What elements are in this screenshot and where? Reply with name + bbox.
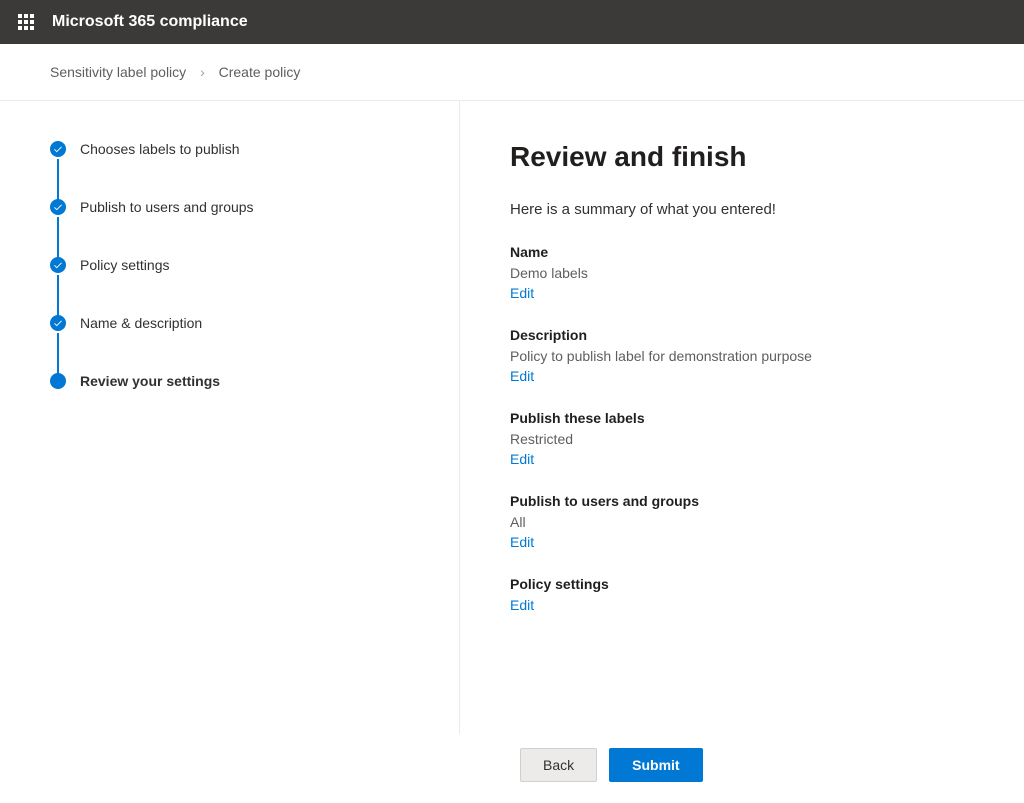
- check-icon: [50, 141, 66, 157]
- chevron-right-icon: ›: [200, 64, 205, 80]
- section-publish-users-groups: Publish to users and groups All Edit: [510, 493, 974, 550]
- topbar: Microsoft 365 compliance: [0, 0, 1024, 44]
- current-step-icon: [50, 373, 66, 389]
- step-name-description[interactable]: Name & description: [50, 315, 419, 373]
- section-label: Publish to users and groups: [510, 493, 974, 509]
- section-label: Policy settings: [510, 576, 974, 592]
- section-description: Description Policy to publish label for …: [510, 327, 974, 384]
- edit-link-policy-settings[interactable]: Edit: [510, 597, 534, 613]
- section-publish-labels: Publish these labels Restricted Edit: [510, 410, 974, 467]
- section-label: Description: [510, 327, 974, 343]
- wizard-steps: Chooses labels to publish Publish to use…: [0, 101, 460, 734]
- step-publish-users-groups[interactable]: Publish to users and groups: [50, 199, 419, 257]
- breadcrumb-current: Create policy: [219, 64, 301, 80]
- section-label: Name: [510, 244, 974, 260]
- section-label: Publish these labels: [510, 410, 974, 426]
- step-label: Publish to users and groups: [80, 199, 254, 215]
- check-icon: [50, 257, 66, 273]
- section-value: All: [510, 514, 974, 530]
- main-content: Review and finish Here is a summary of w…: [460, 101, 1024, 734]
- section-value: Restricted: [510, 431, 974, 447]
- step-chooses-labels[interactable]: Chooses labels to publish: [50, 141, 419, 199]
- check-icon: [50, 199, 66, 215]
- edit-link-description[interactable]: Edit: [510, 368, 534, 384]
- step-policy-settings[interactable]: Policy settings: [50, 257, 419, 315]
- step-label: Review your settings: [80, 373, 220, 389]
- breadcrumb: Sensitivity label policy › Create policy: [0, 44, 1024, 101]
- page-title: Review and finish: [510, 141, 974, 173]
- section-value: Policy to publish label for demonstratio…: [510, 348, 974, 364]
- step-label: Chooses labels to publish: [80, 141, 240, 157]
- step-label: Name & description: [80, 315, 202, 331]
- edit-link-publish-labels[interactable]: Edit: [510, 451, 534, 467]
- check-icon: [50, 315, 66, 331]
- step-review-settings[interactable]: Review your settings: [50, 373, 419, 389]
- submit-button[interactable]: Submit: [609, 748, 702, 782]
- summary-intro: Here is a summary of what you entered!: [510, 201, 974, 218]
- edit-link-name[interactable]: Edit: [510, 285, 534, 301]
- footer: Back Submit: [0, 734, 1024, 796]
- breadcrumb-parent[interactable]: Sensitivity label policy: [50, 64, 186, 80]
- section-policy-settings: Policy settings Edit: [510, 576, 974, 613]
- app-launcher-icon[interactable]: [10, 6, 42, 38]
- app-title: Microsoft 365 compliance: [52, 13, 248, 31]
- edit-link-publish-users-groups[interactable]: Edit: [510, 534, 534, 550]
- step-label: Policy settings: [80, 257, 169, 273]
- section-name: Name Demo labels Edit: [510, 244, 974, 301]
- back-button[interactable]: Back: [520, 748, 597, 782]
- section-value: Demo labels: [510, 265, 974, 281]
